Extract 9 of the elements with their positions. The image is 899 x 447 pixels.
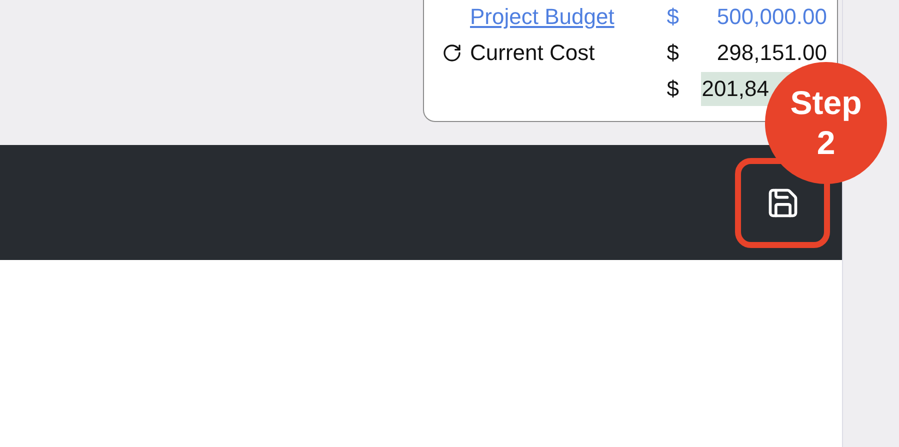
currency-symbol: $ (666, 40, 679, 66)
amount-value: 298,151.00 (716, 40, 827, 66)
cost-label: Current Cost (470, 40, 596, 66)
amount-value: 500,000.00 (716, 4, 827, 30)
currency-symbol: $ (666, 76, 679, 102)
step-number: 2 (816, 123, 836, 163)
project-budget-link[interactable]: Project Budget (470, 4, 641, 30)
currency-symbol: $ (666, 4, 679, 30)
refresh-icon[interactable] (442, 43, 462, 63)
